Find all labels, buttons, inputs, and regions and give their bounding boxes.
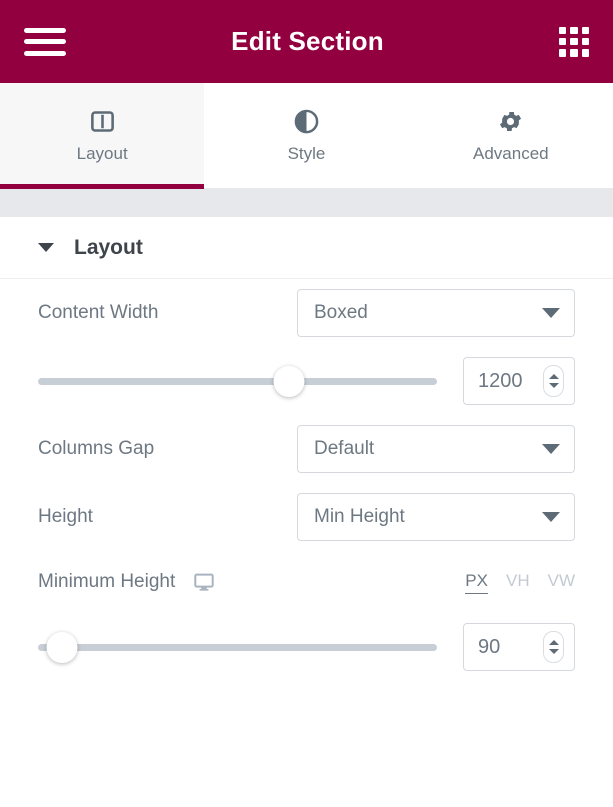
chevron-down-icon [542, 308, 560, 318]
minimum-height-label: Minimum Height [38, 571, 175, 593]
content-width-label: Content Width [38, 302, 158, 324]
content-width-slider-row: 1200 [38, 347, 575, 415]
grid-cell [559, 27, 566, 34]
desktop-monitor-icon[interactable] [193, 571, 215, 593]
height-label: Height [38, 506, 93, 528]
height-value: Min Height [314, 506, 542, 528]
tab-style-label: Style [288, 144, 326, 164]
chevron-down-icon [542, 512, 560, 522]
minimum-height-slider-row: 90 [38, 613, 575, 681]
unit-switcher: PX VH VW [465, 571, 575, 594]
minimum-height-row: Minimum Height PX VH VW [38, 551, 575, 613]
content-width-number-input[interactable]: 1200 [463, 357, 575, 405]
layout-controls: Content Width Boxed 1200 Columns Gap [0, 279, 613, 807]
columns-gap-select[interactable]: Default [297, 425, 575, 473]
columns-gap-value: Default [314, 438, 542, 460]
height-row: Height Min Height [38, 483, 575, 551]
unit-vw[interactable]: VW [548, 571, 575, 593]
columns-gap-label: Columns Gap [38, 438, 154, 460]
content-width-number-value: 1200 [478, 370, 543, 393]
section-separator-band [0, 189, 613, 217]
layout-section-title: Layout [74, 236, 143, 260]
tab-layout[interactable]: Layout [0, 83, 204, 188]
page-title: Edit Section [56, 26, 559, 57]
tab-bar: Layout Style Advanced [0, 83, 613, 189]
chevron-down-icon[interactable] [549, 649, 559, 654]
grid-cell [582, 27, 589, 34]
gear-icon [497, 107, 525, 135]
panel-header: Edit Section [0, 0, 613, 83]
grid-cell [570, 49, 577, 56]
grid-apps-icon[interactable] [559, 27, 589, 57]
tab-style[interactable]: Style [204, 83, 408, 188]
minimum-height-number-input[interactable]: 90 [463, 623, 575, 671]
content-width-value: Boxed [314, 302, 542, 324]
quantity-stepper[interactable] [543, 365, 564, 397]
columns-gap-row: Columns Gap Default [38, 415, 575, 483]
unit-px[interactable]: PX [465, 571, 488, 594]
slider-track [38, 378, 437, 385]
grid-cell [559, 38, 566, 45]
minimum-height-number-value: 90 [478, 636, 543, 659]
content-width-select[interactable]: Boxed [297, 289, 575, 337]
tab-layout-label: Layout [77, 144, 128, 164]
grid-cell [582, 38, 589, 45]
chevron-down-icon[interactable] [549, 383, 559, 388]
columns-layout-icon [88, 107, 116, 135]
slider-track [38, 644, 437, 651]
content-width-slider[interactable] [38, 366, 437, 396]
tab-advanced-label: Advanced [473, 144, 549, 164]
grid-cell [582, 49, 589, 56]
contrast-circle-icon [292, 107, 320, 135]
quantity-stepper[interactable] [543, 631, 564, 663]
minimum-height-slider[interactable] [38, 632, 437, 662]
grid-cell [570, 27, 577, 34]
grid-cell [559, 49, 566, 56]
unit-vh[interactable]: VH [506, 571, 530, 593]
chevron-up-icon[interactable] [549, 374, 559, 379]
chevron-up-icon[interactable] [549, 640, 559, 645]
tab-advanced[interactable]: Advanced [409, 83, 613, 188]
chevron-down-icon[interactable] [38, 243, 54, 252]
grid-cell [570, 38, 577, 45]
slider-thumb[interactable] [46, 632, 77, 663]
chevron-down-icon [542, 444, 560, 454]
slider-thumb[interactable] [274, 366, 305, 397]
edit-section-panel: Edit Section Layout [0, 0, 613, 807]
height-select[interactable]: Min Height [297, 493, 575, 541]
content-width-row: Content Width Boxed [38, 279, 575, 347]
layout-section-header[interactable]: Layout [0, 217, 613, 279]
